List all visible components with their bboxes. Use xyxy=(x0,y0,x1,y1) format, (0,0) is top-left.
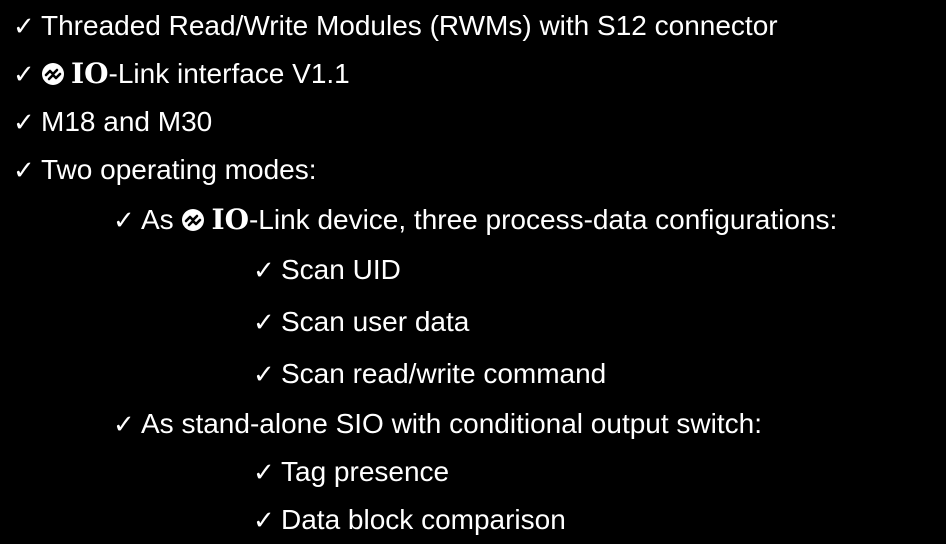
list-item: ✓ Two operating modes: xyxy=(13,146,317,194)
checkmark-icon: ✓ xyxy=(253,457,275,487)
list-item: ✓ Threaded Read/Write Modules (RWMs) wit… xyxy=(13,2,778,50)
list-item-text: Scan UID xyxy=(281,254,401,285)
checkmark-icon: ✓ xyxy=(113,409,135,439)
list-item: ✓ Scan user data xyxy=(253,298,469,346)
list-item-text: Scan user data xyxy=(281,306,470,337)
list-item-text: Threaded Read/Write Modules (RWMs) with … xyxy=(41,10,778,41)
io-brand-text: IO xyxy=(211,203,249,236)
checkmark-icon: ✓ xyxy=(13,59,35,89)
list-item-text: -Link device, three process-data configu… xyxy=(248,204,838,235)
list-item: ✓ As stand-alone SIO with conditional ou… xyxy=(113,400,762,448)
list-item: ✓ Scan UID xyxy=(253,246,401,294)
checkmark-icon: ✓ xyxy=(253,307,275,337)
checkmark-icon: ✓ xyxy=(113,205,135,235)
checkmark-icon: ✓ xyxy=(253,255,275,285)
list-item: ✓ Tag presence xyxy=(253,448,449,496)
checkmark-icon: ✓ xyxy=(13,107,35,137)
list-item: ✓ As IO -Link device, three process-data… xyxy=(113,196,837,244)
list-item: ✓ IO -Link interface V1.1 xyxy=(13,50,350,98)
list-item: ✓ M18 and M30 xyxy=(13,98,212,146)
io-link-logo-icon xyxy=(41,62,65,86)
io-link-logo-icon xyxy=(181,208,205,232)
list-item-text: M18 and M30 xyxy=(41,106,213,137)
list-item-text: Scan read/write command xyxy=(281,358,607,389)
list-item-text: Two operating modes: xyxy=(41,154,317,185)
list-item-text: Tag presence xyxy=(281,456,450,487)
feature-checklist: ✓ Threaded Read/Write Modules (RWMs) wit… xyxy=(0,0,946,537)
list-item-text: As stand-alone SIO with conditional outp… xyxy=(141,408,763,439)
list-item-text: -Link interface V1.1 xyxy=(108,58,350,89)
checkmark-icon: ✓ xyxy=(13,155,35,185)
list-item: ✓ Scan read/write command xyxy=(253,350,606,398)
list-item-prefix: As xyxy=(141,204,182,235)
io-brand-text: IO xyxy=(71,57,109,90)
checkmark-icon: ✓ xyxy=(253,359,275,389)
checkmark-icon: ✓ xyxy=(13,11,35,41)
